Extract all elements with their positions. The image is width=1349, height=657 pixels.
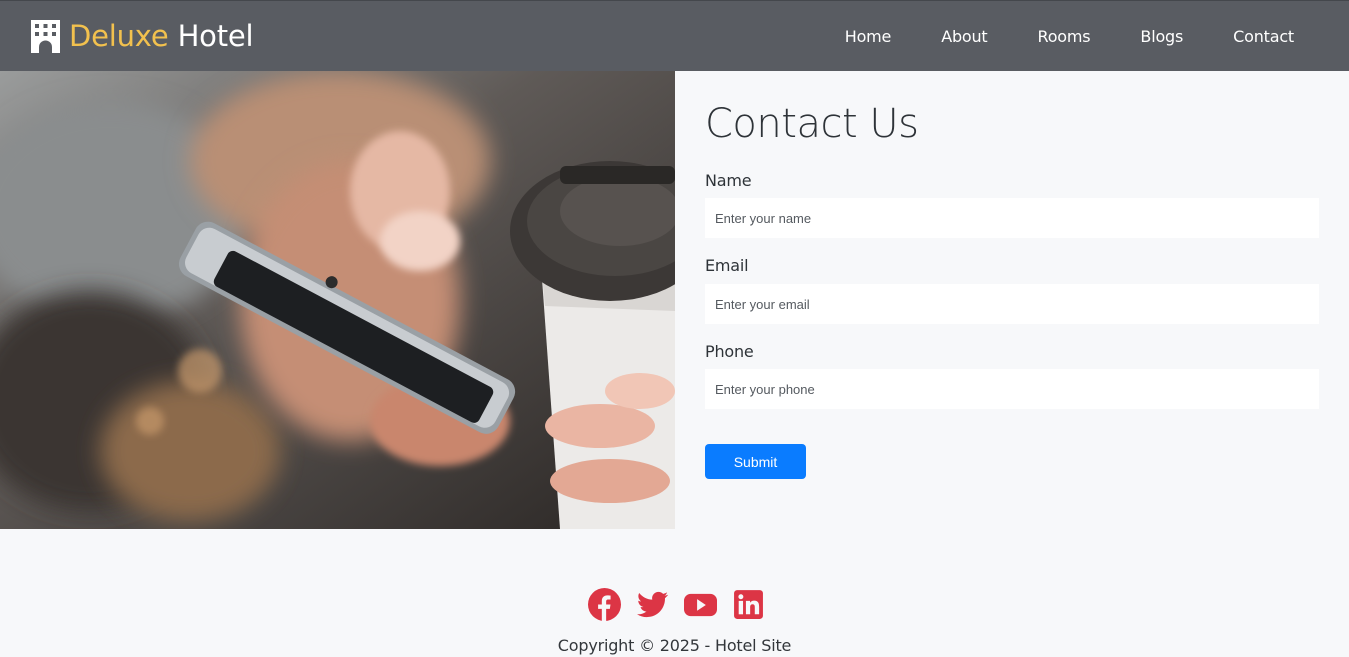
hotel-building-icon	[31, 19, 60, 53]
hero-image	[0, 71, 675, 529]
twitter-icon[interactable]	[636, 588, 669, 621]
phone-input[interactable]	[705, 369, 1319, 409]
contact-title: Contact Us	[705, 101, 919, 147]
nav-link-contact[interactable]: Contact	[1233, 27, 1294, 46]
brand-name-part1: Deluxe	[69, 19, 169, 53]
brand-name-part2: Hotel	[177, 19, 254, 53]
nav-link-home[interactable]: Home	[845, 27, 892, 46]
contact-section: Contact Us Name Email Phone Submit	[675, 71, 1349, 529]
hero-illustration	[0, 71, 675, 529]
social-links	[588, 588, 765, 621]
name-label: Name	[705, 171, 752, 190]
email-input[interactable]	[705, 284, 1319, 324]
nav-link-rooms[interactable]: Rooms	[1038, 27, 1091, 46]
youtube-icon[interactable]	[684, 588, 717, 621]
nav-menu: Home About Rooms Blogs Contact	[795, 1, 1294, 71]
linkedin-icon[interactable]	[732, 588, 765, 621]
submit-button[interactable]: Submit	[705, 444, 806, 479]
facebook-icon[interactable]	[588, 588, 621, 621]
brand-name: Deluxe Hotel	[69, 18, 254, 54]
email-label: Email	[705, 256, 749, 275]
name-input[interactable]	[705, 198, 1319, 238]
nav-link-about[interactable]: About	[941, 27, 988, 46]
brand-logo[interactable]: Deluxe Hotel	[30, 18, 254, 54]
nav-link-blogs[interactable]: Blogs	[1140, 27, 1183, 46]
copyright-text: Copyright © 2025 - Hotel Site	[557, 636, 792, 655]
phone-label: Phone	[705, 342, 754, 361]
navbar: Deluxe Hotel Home About Rooms Blogs Cont…	[0, 0, 1349, 71]
